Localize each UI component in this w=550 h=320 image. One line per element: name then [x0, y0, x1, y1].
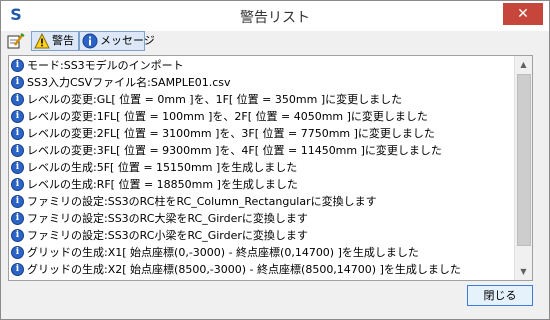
tab-warning[interactable]: 警告 — [31, 31, 79, 51]
tab-messages[interactable]: メッセージ — [79, 31, 155, 51]
info-icon: i — [11, 76, 24, 89]
info-icon: i — [11, 263, 24, 276]
warning-list-window: S 警告リスト ✕ 警告 メッセージ i モード:SS3モデルのインポート i … — [0, 0, 550, 320]
warning-icon — [34, 32, 50, 49]
vertical-scrollbar[interactable]: ▲ ▼ — [514, 56, 532, 280]
list-item: i ファミリの設定:SS3のRC柱をRC_Column_Rectangularに変… — [9, 193, 514, 210]
info-icon — [82, 33, 98, 49]
list-item: i モード:SS3モデルのインポート — [9, 57, 514, 74]
info-icon: i — [11, 178, 24, 191]
tab-warning-label: 警告 — [52, 34, 74, 47]
list-item: i レベルの変更:3FL[ 位置 = 9300mm ]を、4F[ 位置 = 114… — [9, 142, 514, 159]
info-icon: i — [11, 59, 24, 72]
list-item: i レベルの変更:2FL[ 位置 = 3100mm ]を、3F[ 位置 = 775… — [9, 125, 514, 142]
scrollbar-thumb[interactable] — [517, 74, 531, 246]
close-button[interactable]: 閉じる — [467, 285, 533, 306]
list-item: i レベルの変更:1FL[ 位置 = 100mm ]を、2F[ 位置 = 4050… — [9, 108, 514, 125]
info-icon: i — [11, 144, 24, 157]
edit-notes-icon[interactable] — [6, 32, 26, 50]
info-icon: i — [11, 161, 24, 174]
toolbar: 警告 メッセージ — [1, 31, 549, 51]
info-icon: i — [11, 93, 24, 106]
list-item: i グリッドの生成:X1[ 始点座標(0,-3000) - 終点座標(0,1470… — [9, 244, 514, 261]
info-icon: i — [11, 127, 24, 140]
list-item: i SS3入力CSVファイル名:SAMPLE01.csv — [9, 74, 514, 91]
window-close-button[interactable]: ✕ — [503, 3, 543, 25]
scroll-down-arrow-icon[interactable]: ▼ — [515, 263, 532, 280]
list-item: i グリッドの生成:X2[ 始点座標(8500,-3000) - 終点座標(850… — [9, 261, 514, 278]
info-icon: i — [11, 229, 24, 242]
tab-messages-label: メッセージ — [100, 34, 155, 47]
list-item: i レベルの生成:5F[ 位置 = 15150mm ]を生成しました — [9, 159, 514, 176]
info-icon: i — [11, 212, 24, 225]
message-list[interactable]: i モード:SS3モデルのインポート i SS3入力CSVファイル名:SAMPLE0… — [8, 55, 533, 281]
info-icon: i — [11, 110, 24, 123]
title-bar: S 警告リスト ✕ — [1, 1, 549, 31]
scroll-up-arrow-icon[interactable]: ▲ — [515, 56, 532, 73]
window-title: 警告リスト — [240, 10, 310, 26]
list-item: i ファミリの設定:SS3のRC小梁をRC_Girderに変換します — [9, 227, 514, 244]
info-icon: i — [11, 195, 24, 208]
list-item: i ファミリの設定:SS3のRC大梁をRC_Girderに変換します — [9, 210, 514, 227]
list-item: i レベルの生成:RF[ 位置 = 18850mm ]を生成しました — [9, 176, 514, 193]
list-item: i レベルの変更:GL[ 位置 = 0mm ]を、1F[ 位置 = 350mm ]… — [9, 91, 514, 108]
info-icon: i — [11, 246, 24, 259]
